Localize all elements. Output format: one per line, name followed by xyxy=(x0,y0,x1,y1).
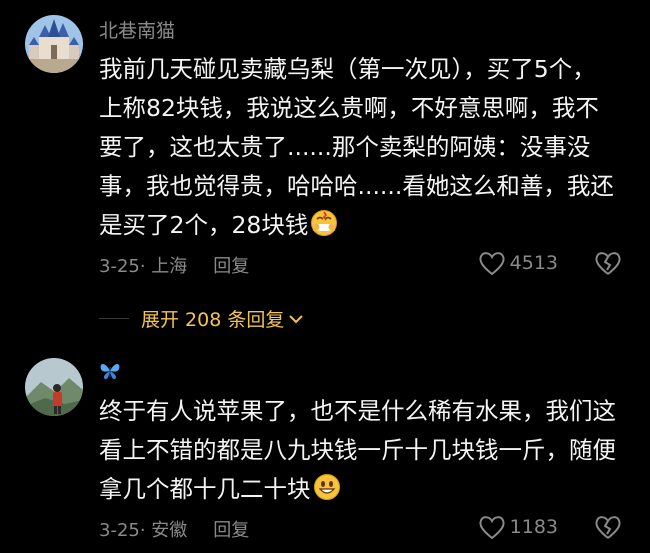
avatar[interactable] xyxy=(25,358,83,416)
like-count: 4513 xyxy=(509,252,558,274)
heart-icon xyxy=(479,516,505,540)
grinning-emoji-icon xyxy=(313,474,340,500)
date-location: 3-25· 上海 xyxy=(99,256,188,277)
divider xyxy=(99,318,129,319)
like-count: 1183 xyxy=(509,516,558,538)
comment-line: 要了，这也太贵了......那个卖梨的阿姨：没事没 xyxy=(99,133,591,161)
comment-meta: 3-25· 上海 回复 xyxy=(99,252,249,278)
date-location: 3-25· 安徽 xyxy=(99,520,188,541)
broken-heart-icon[interactable] xyxy=(594,514,622,540)
comment-meta: 3-25· 安徽 回复 xyxy=(99,516,249,542)
comment-line: 我前几天碰见卖藏乌梨（第一次见），买了5个， xyxy=(99,55,596,83)
mountain-avatar-icon xyxy=(25,358,83,416)
expand-replies[interactable]: 展开 208 条回复 xyxy=(0,305,650,333)
comment-line: 看上不错的都是八九块钱一斤十几块钱一斤，随便 xyxy=(99,436,616,464)
comment-line: 事，我也觉得贵，哈哈哈......看她这么和善，我还 xyxy=(99,172,614,200)
avatar[interactable] xyxy=(25,15,83,73)
like-button[interactable]: 4513 xyxy=(478,250,558,276)
comment-line-text: 是买了2个，28块钱 xyxy=(99,211,309,239)
username[interactable]: 北巷南猫 xyxy=(99,16,175,43)
heart-icon xyxy=(479,252,505,276)
comment-text: 我前几天碰见卖藏乌梨（第一次见），买了5个， 上称82块钱，我说这么贵啊，不好意… xyxy=(99,50,629,245)
expand-replies-button[interactable]: 展开 208 条回复 xyxy=(141,305,304,332)
comment-line-last: 拿几个都十几二十块 xyxy=(99,470,629,509)
username[interactable]: 🦋 xyxy=(99,359,121,381)
expand-replies-label: 展开 208 条回复 xyxy=(141,309,285,331)
like-button[interactable]: 1183 xyxy=(478,514,558,540)
castle-avatar-icon xyxy=(25,15,83,73)
money-mouth-emoji-icon xyxy=(311,210,338,236)
reply-button[interactable]: 回复 xyxy=(213,256,249,277)
chevron-down-icon xyxy=(289,314,304,323)
butterfly-icon xyxy=(100,363,120,379)
comment-line-last: 是买了2个，28块钱 xyxy=(99,206,629,245)
comment-line-text: 拿几个都十几二十块 xyxy=(99,475,311,503)
broken-heart-icon[interactable] xyxy=(594,250,622,276)
comment-line: 终于有人说苹果了，也不是什么稀有水果，我们这 xyxy=(99,397,616,425)
comment-text: 终于有人说苹果了，也不是什么稀有水果，我们这 看上不错的都是八九块钱一斤十几块钱… xyxy=(99,392,629,509)
comment-line: 上称82块钱，我说这么贵啊，不好意思啊，我不 xyxy=(99,94,599,122)
reply-button[interactable]: 回复 xyxy=(213,520,249,541)
